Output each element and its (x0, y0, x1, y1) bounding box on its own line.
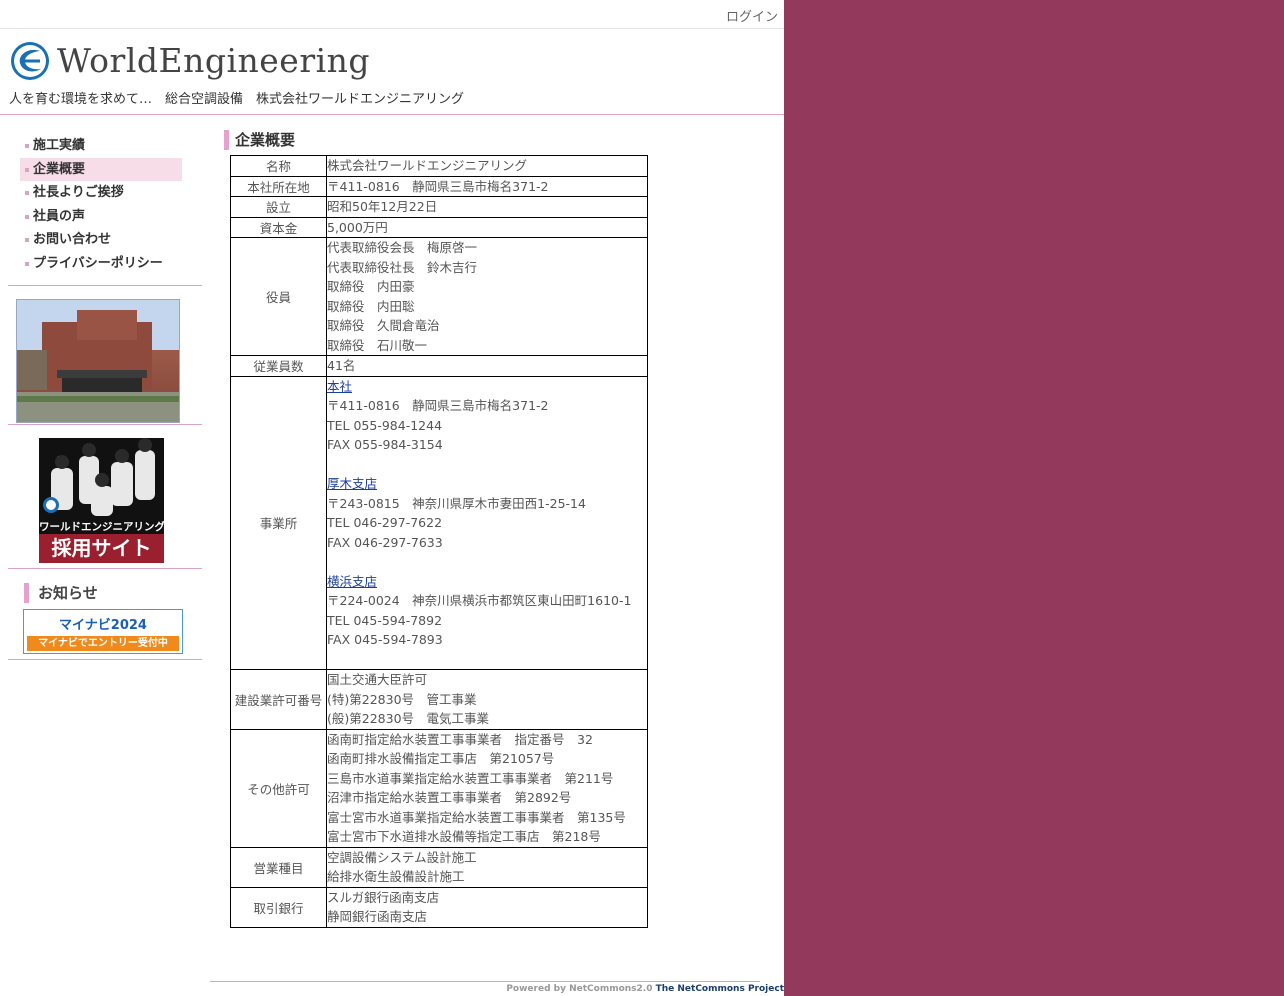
mynavi-banner-top: マイナビ2024 (59, 618, 147, 633)
row-label-offices: 事業所 (230, 375, 327, 670)
top-bar: ログイン (0, 0, 784, 29)
footer-project-link[interactable]: The NetCommons Project (656, 984, 784, 994)
company-building-photo (16, 299, 180, 423)
row-label-business: 営業種目 (230, 846, 327, 888)
menu-item-contact[interactable]: お問い合わせ (20, 228, 182, 252)
row-value-founded: 昭和50年12月22日 (326, 196, 648, 218)
row-label-hq: 本社所在地 (230, 175, 327, 197)
row-value-hq: 〒411-0816 静岡県三島市梅名371-2 (326, 175, 648, 197)
site-logo-text[interactable]: WorldEngineering (57, 41, 370, 81)
table-row: その他許可 函南町指定給水装置工事事業者 指定番号 32 函南町排水設備指定工事… (230, 728, 648, 848)
menu-item-company-profile[interactable]: 企業概要 (20, 157, 182, 181)
menu-item-employee-voices[interactable]: 社員の声 (20, 205, 182, 229)
table-row: 事業所 本社 〒411-0816 静岡県三島市梅名371-2 TEL 055-9… (230, 375, 648, 670)
photo-block (8, 286, 202, 425)
row-value-business: 空調設備システム設計施工 給排水衛生設備設計施工 (326, 846, 648, 888)
footer-divider (210, 981, 760, 982)
row-value-license: 国土交通大臣許可 (特)第22830号 管工事業 (般)第22830号 電気工事… (326, 669, 648, 730)
row-label-founded: 設立 (230, 196, 327, 218)
row-value-offices: 本社 〒411-0816 静岡県三島市梅名371-2 TEL 055-984-1… (326, 375, 648, 670)
site-tagline: 人を育む環境を求めて… 総合空調設備 株式会社ワールドエンジニアリング (9, 92, 465, 107)
building-illustration (17, 300, 179, 422)
row-label-officers: 役員 (230, 237, 327, 356)
menu-item-works[interactable]: 施工実績 (20, 134, 182, 158)
menu-item-privacy-policy[interactable]: プライバシーポリシー (20, 252, 182, 276)
mynavi-banner-bottom: マイナビでエントリー受付中 (27, 636, 179, 651)
recruit-banner-line1: ワールドエンジニアリング (39, 521, 164, 533)
table-row: 建設業許可番号 国土交通大臣許可 (特)第22830号 管工事業 (般)第228… (230, 669, 648, 730)
office-link-atsugi[interactable]: 厚木支店 (327, 476, 377, 491)
table-row: 名称 株式会社ワールドエンジニアリング (230, 155, 648, 177)
office-link-headquarters[interactable]: 本社 (327, 379, 352, 394)
table-row: 資本金 5,000万円 (230, 216, 648, 238)
row-label-license: 建設業許可番号 (230, 669, 327, 730)
main-menu: 施工実績 企業概要 社長よりご挨拶 社員の声 お問い合わせ プライバシーポリシー (8, 130, 202, 286)
site-header: WorldEngineering 人を育む環境を求めて… 総合空調設備 株式会社… (0, 29, 784, 115)
row-value-other-permits: 函南町指定給水装置工事事業者 指定番号 32 函南町排水設備指定工事店 第210… (326, 728, 648, 848)
page: ログイン WorldEngineering 人を育む環境を求めて… 総合空調設備… (0, 0, 784, 996)
notice-title: お知らせ (24, 583, 98, 603)
row-value-banks: スルガ銀行函南支店 静岡銀行函南支店 (326, 886, 648, 928)
row-label-employees: 従業員数 (230, 355, 327, 377)
recruit-site-banner[interactable]: ワールドエンジニアリング 採用サイト (39, 438, 164, 563)
table-row: 本社所在地 〒411-0816 静岡県三島市梅名371-2 (230, 175, 648, 197)
company-profile-table: 名称 株式会社ワールドエンジニアリング 本社所在地 〒411-0816 静岡県三… (230, 155, 648, 928)
recruit-block: ワールドエンジニアリング 採用サイト (8, 425, 202, 569)
login-link[interactable]: ログイン (726, 6, 778, 25)
notice-block: お知らせ マイナビ2024 マイナビでエントリー受付中 (8, 569, 202, 660)
recruit-banner-line2: 採用サイト (39, 534, 164, 563)
table-row: 従業員数 41名 (230, 355, 648, 377)
table-row: 役員 代表取締役会長 梅原啓一 代表取締役社長 鈴木吉行 取締役 内田豪 取締役… (230, 237, 648, 356)
footer: Powered by NetCommons2.0 The NetCommons … (506, 984, 784, 994)
row-value-name: 株式会社ワールドエンジニアリング (326, 155, 648, 177)
row-value-employees: 41名 (326, 355, 648, 377)
table-row: 設立 昭和50年12月22日 (230, 196, 648, 218)
page-title: 企業概要 (224, 130, 764, 150)
mynavi-banner[interactable]: マイナビ2024 マイナビでエントリー受付中 (23, 609, 183, 654)
world-engineering-logo-icon[interactable] (10, 41, 50, 81)
left-sidebar: 施工実績 企業概要 社長よりご挨拶 社員の声 お問い合わせ プライバシーポリシー (8, 130, 202, 660)
row-label-other-permits: その他許可 (230, 728, 327, 848)
row-value-capital: 5,000万円 (326, 216, 648, 238)
main-content: 企業概要 名称 株式会社ワールドエンジニアリング 本社所在地 〒411-0816… (224, 130, 764, 928)
table-row: 取引銀行 スルガ銀行函南支店 静岡銀行函南支店 (230, 886, 648, 928)
row-label-banks: 取引銀行 (230, 886, 327, 928)
row-label-capital: 資本金 (230, 216, 327, 238)
table-row: 営業種目 空調設備システム設計施工 給排水衛生設備設計施工 (230, 846, 648, 888)
menu-item-president-message[interactable]: 社長よりご挨拶 (20, 181, 182, 205)
row-label-name: 名称 (230, 155, 327, 177)
office-link-yokohama[interactable]: 横浜支店 (327, 574, 377, 589)
row-value-officers: 代表取締役会長 梅原啓一 代表取締役社長 鈴木吉行 取締役 内田豪 取締役 内田… (326, 237, 648, 356)
footer-powered-text: Powered by NetCommons2.0 (506, 984, 653, 994)
